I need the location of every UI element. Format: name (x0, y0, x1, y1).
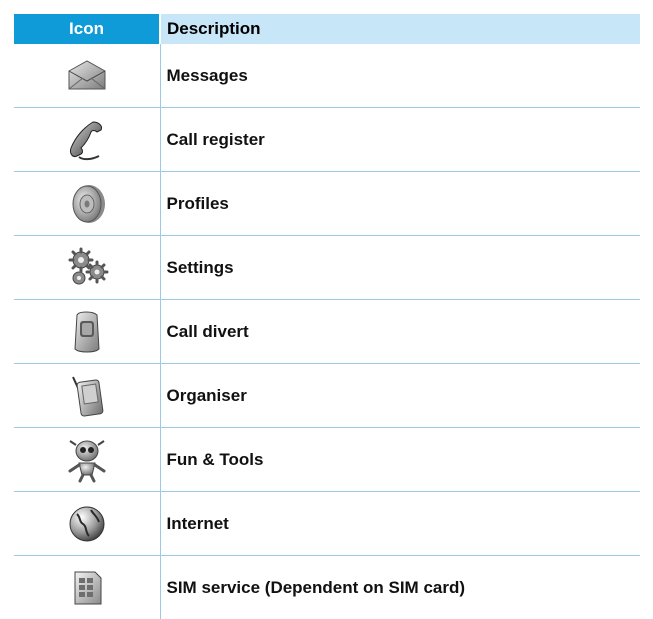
menu-icon-table: Icon Description Messages (14, 14, 640, 619)
icon-cell (14, 364, 160, 428)
description-cell: Profiles (160, 172, 640, 236)
description-cell: Fun & Tools (160, 428, 640, 492)
gears-icon (14, 246, 160, 290)
table-row: SIM service (Dependent on SIM card) (14, 556, 640, 619)
table-row: Settings (14, 236, 640, 300)
icon-cell (14, 44, 160, 108)
description-column-header: Description (160, 14, 640, 44)
description-cell: Call divert (160, 300, 640, 364)
pda-icon (14, 373, 160, 419)
table-row: Internet (14, 492, 640, 556)
icon-description-page: Icon Description Messages (0, 0, 653, 599)
icon-cell (14, 236, 160, 300)
description-cell: Internet (160, 492, 640, 556)
table-header-row: Icon Description (14, 14, 640, 44)
table-row: Messages (14, 44, 640, 108)
icon-cell (14, 172, 160, 236)
icon-cell (14, 300, 160, 364)
icon-cell (14, 492, 160, 556)
globe-icon (14, 504, 160, 544)
speaker-icon (14, 182, 160, 226)
flip-phone-icon (14, 309, 160, 355)
description-cell: SIM service (Dependent on SIM card) (160, 556, 640, 619)
description-cell: Settings (160, 236, 640, 300)
envelope-icon (14, 59, 160, 93)
icon-column-header: Icon (14, 14, 160, 44)
table-row: Fun & Tools (14, 428, 640, 492)
description-cell: Organiser (160, 364, 640, 428)
phone-handset-icon (14, 118, 160, 162)
icon-cell (14, 108, 160, 172)
table-row: Call register (14, 108, 640, 172)
table-row: Organiser (14, 364, 640, 428)
table-row: Call divert (14, 300, 640, 364)
sim-card-icon (14, 568, 160, 608)
description-cell: Call register (160, 108, 640, 172)
icon-cell (14, 556, 160, 619)
icon-cell (14, 428, 160, 492)
robot-icon (14, 437, 160, 483)
description-cell: Messages (160, 44, 640, 108)
table-row: Profiles (14, 172, 640, 236)
